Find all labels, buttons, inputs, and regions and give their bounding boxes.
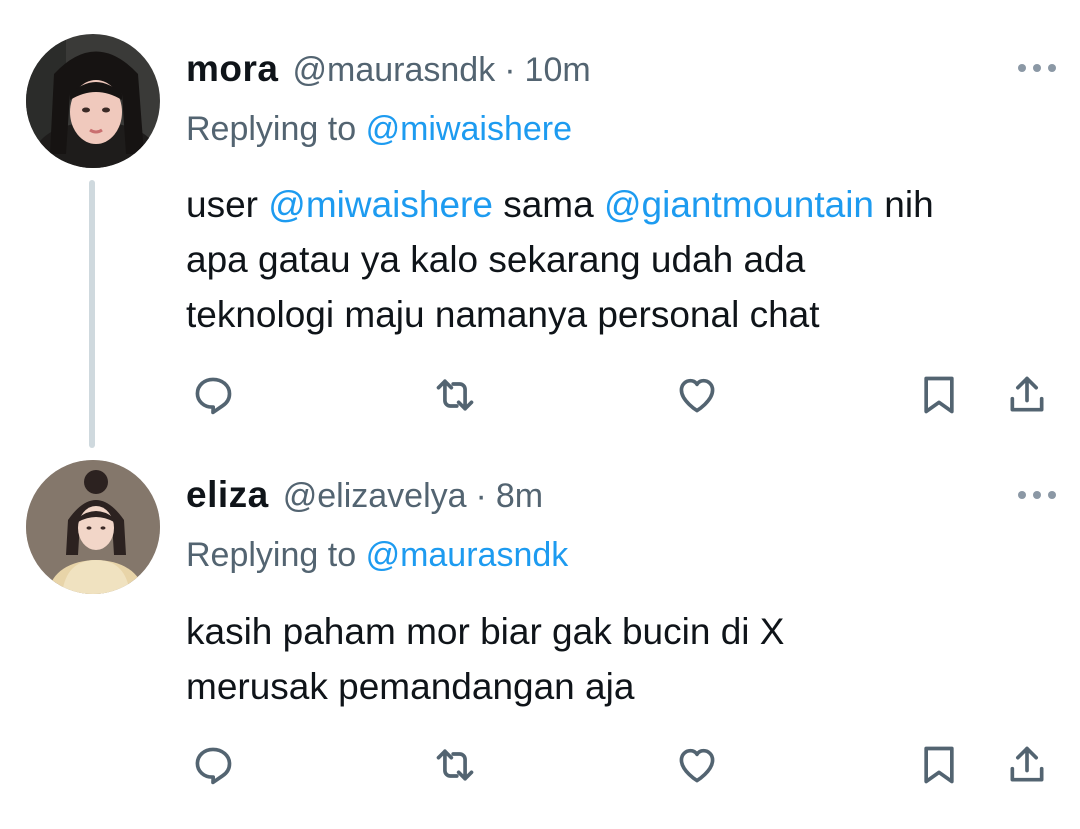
tweet-eliza[interactable]: eliza @elizavelya · 8m Replying to @maur…	[0, 440, 1080, 829]
tweet-text-line: merusak pemandangan aja	[186, 666, 635, 707]
tweet-actions	[0, 740, 1080, 790]
bookmark-icon	[924, 746, 954, 784]
replying-to-label: Replying to	[186, 536, 357, 574]
replying-to-mention[interactable]: @maurasndk	[366, 536, 569, 574]
text-segment: nih	[884, 184, 934, 225]
avatar-eliza[interactable]	[26, 460, 160, 594]
tweet-text-line: user @miwaishere sama @giantmountain nih	[186, 177, 1066, 232]
tweet-text: kasih paham mor biar gak bucin di X meru…	[186, 604, 1066, 714]
more-icon[interactable]	[1018, 487, 1056, 503]
avatar-eliza-image	[26, 460, 160, 594]
share-button[interactable]	[1002, 740, 1052, 790]
tweet-text-line: kasih paham mor biar gak bucin di X	[186, 611, 785, 652]
replying-to: Replying to @miwaishere	[186, 110, 572, 149]
text-segment: user	[186, 184, 258, 225]
timestamp[interactable]: 8m	[496, 477, 543, 516]
bookmark-button[interactable]	[914, 370, 964, 420]
tweet-mora[interactable]: mora @maurasndk · 10m Replying to @miwai…	[0, 0, 1080, 440]
like-icon	[679, 748, 715, 783]
like-button[interactable]	[672, 370, 722, 420]
share-icon	[1010, 746, 1044, 782]
like-icon	[679, 378, 715, 413]
tweet-text: user @miwaishere sama @giantmountain nih…	[186, 177, 1066, 342]
avatar-mora[interactable]	[26, 34, 160, 168]
reply-icon	[195, 377, 232, 415]
tweet-text-line: teknologi maju namanya personal chat	[186, 294, 820, 335]
text-segment: sama	[503, 184, 594, 225]
user-handle[interactable]: @elizavelya	[283, 477, 467, 516]
replying-to: Replying to @maurasndk	[186, 536, 568, 575]
share-button[interactable]	[1002, 370, 1052, 420]
replying-to-mention[interactable]: @miwaishere	[366, 110, 572, 148]
reply-button[interactable]	[188, 370, 238, 420]
bookmark-button[interactable]	[914, 740, 964, 790]
more-icon[interactable]	[1018, 60, 1056, 76]
avatar-mora-image	[26, 34, 160, 168]
mention-link[interactable]: @giantmountain	[604, 184, 874, 225]
share-icon	[1010, 376, 1044, 412]
tweet-header: mora @maurasndk · 10m	[186, 48, 591, 98]
display-name[interactable]: eliza	[186, 474, 269, 516]
separator-dot: ·	[504, 51, 516, 89]
retweet-icon	[436, 749, 474, 781]
retweet-icon	[436, 379, 474, 411]
retweet-button[interactable]	[430, 370, 480, 420]
separator-dot: ·	[475, 477, 487, 515]
display-name[interactable]: mora	[186, 48, 278, 90]
tweet-header: eliza @elizavelya · 8m	[186, 474, 543, 524]
tweet-text-line: apa gatau ya kalo sekarang udah ada	[186, 239, 806, 280]
user-handle[interactable]: @maurasndk	[292, 51, 495, 90]
mention-link[interactable]: @miwaishere	[268, 184, 493, 225]
timestamp[interactable]: 10m	[525, 51, 591, 90]
retweet-button[interactable]	[430, 740, 480, 790]
reply-icon	[195, 747, 232, 785]
bookmark-icon	[924, 376, 954, 414]
tweet-actions	[0, 370, 1080, 420]
like-button[interactable]	[672, 740, 722, 790]
replying-to-label: Replying to	[186, 110, 357, 148]
reply-button[interactable]	[188, 740, 238, 790]
